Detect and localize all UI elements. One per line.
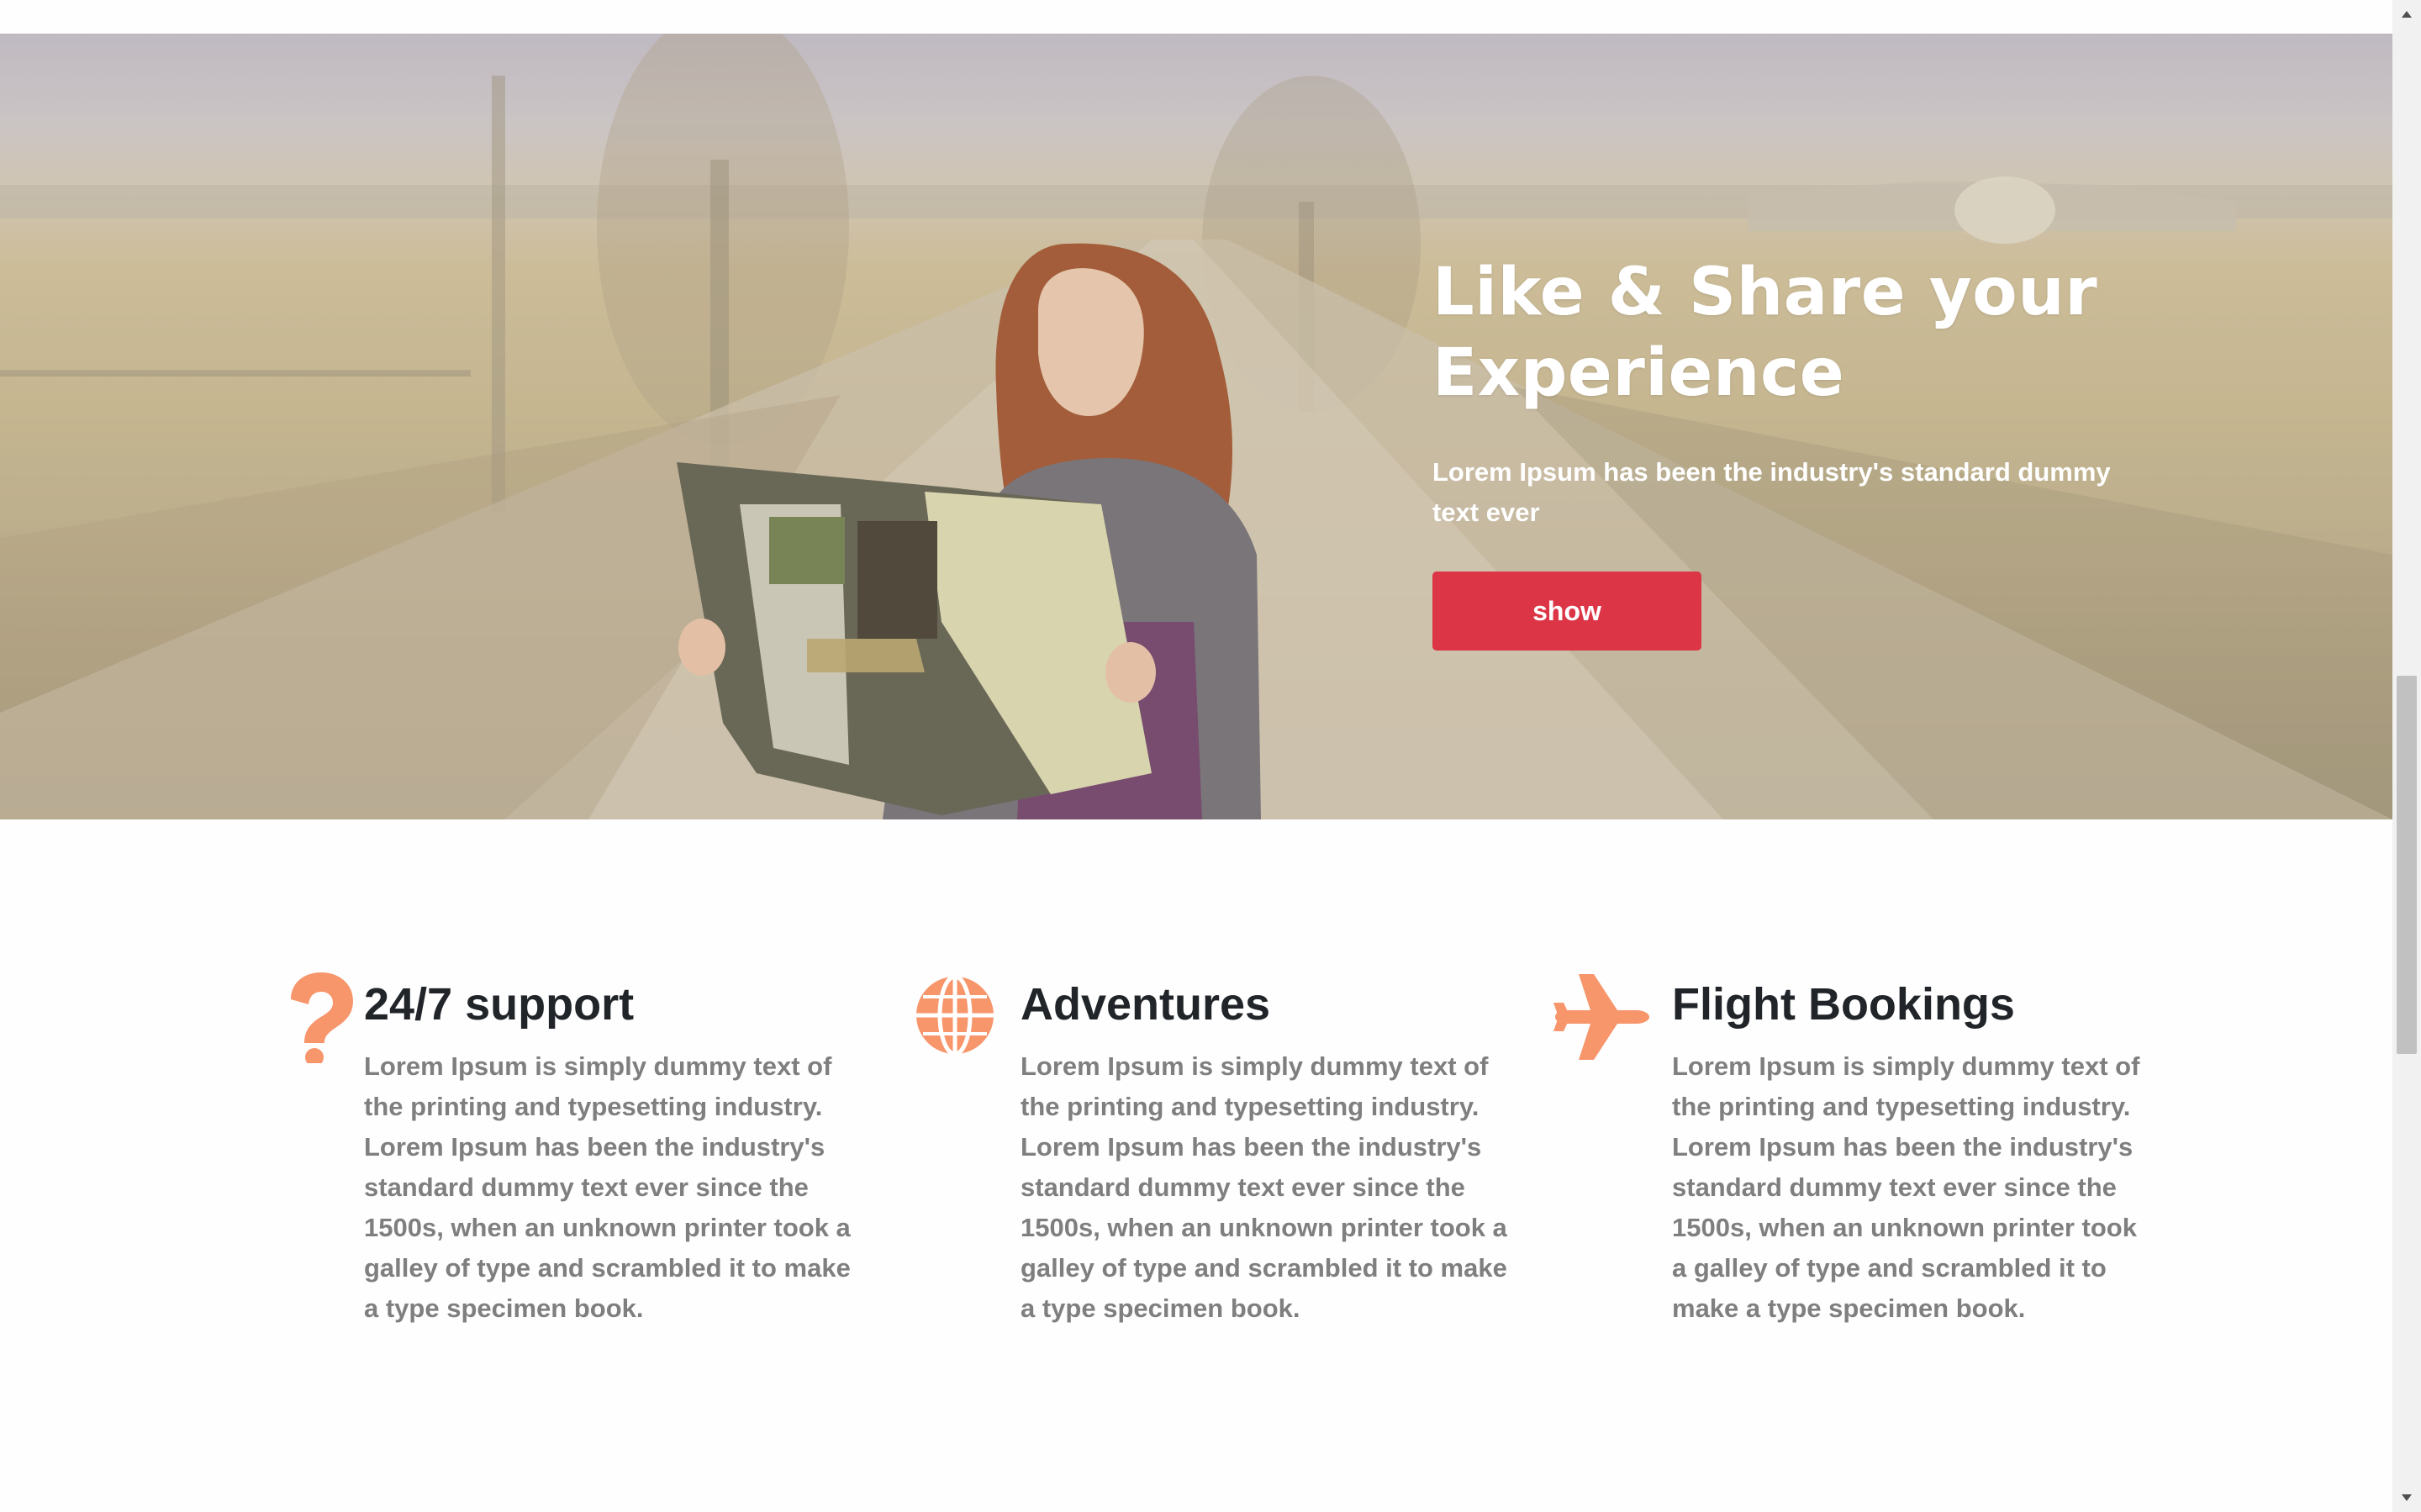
- show-button[interactable]: show: [1432, 572, 1701, 651]
- feature-description: Lorem Ipsum is simply dummy text of the …: [364, 1051, 851, 1323]
- hero-section: Like & Share your Experience Lorem Ipsum…: [0, 34, 2392, 819]
- feature-title: Flight Bookings: [1672, 979, 2015, 1030]
- question-icon: [274, 971, 367, 1063]
- feature-body: 24/7 support Lorem Ipsum is simply dummy…: [364, 971, 852, 1329]
- globe-icon: [915, 975, 995, 1056]
- scrollbar[interactable]: [2392, 0, 2421, 1512]
- scrollbar-thumb[interactable]: [2397, 676, 2417, 1054]
- page: Like & Share your Experience Lorem Ipsum…: [0, 0, 2392, 1512]
- feature-body: Flight Bookings Lorem Ipsum is simply du…: [1672, 971, 2143, 1329]
- feature-description: Lorem Ipsum is simply dummy text of the …: [1021, 1051, 1507, 1323]
- hero-text: Lorem Ipsum has been the industry's stan…: [1432, 457, 2111, 527]
- feature-body: Adventures Lorem Ipsum is simply dummy t…: [1021, 971, 1508, 1329]
- scroll-down-arrow-icon[interactable]: [2392, 1483, 2421, 1512]
- feature-description: Lorem Ipsum is simply dummy text of the …: [1672, 1051, 2140, 1323]
- hero-content: Like & Share your Experience Lorem Ipsum…: [1432, 252, 2155, 651]
- feature-title: 24/7 support: [364, 979, 635, 1030]
- feature-title: Adventures: [1021, 979, 1271, 1030]
- hero-title: Like & Share your Experience: [1432, 255, 2098, 411]
- plane-icon: [1552, 971, 1649, 1063]
- scroll-up-arrow-icon[interactable]: [2392, 0, 2421, 29]
